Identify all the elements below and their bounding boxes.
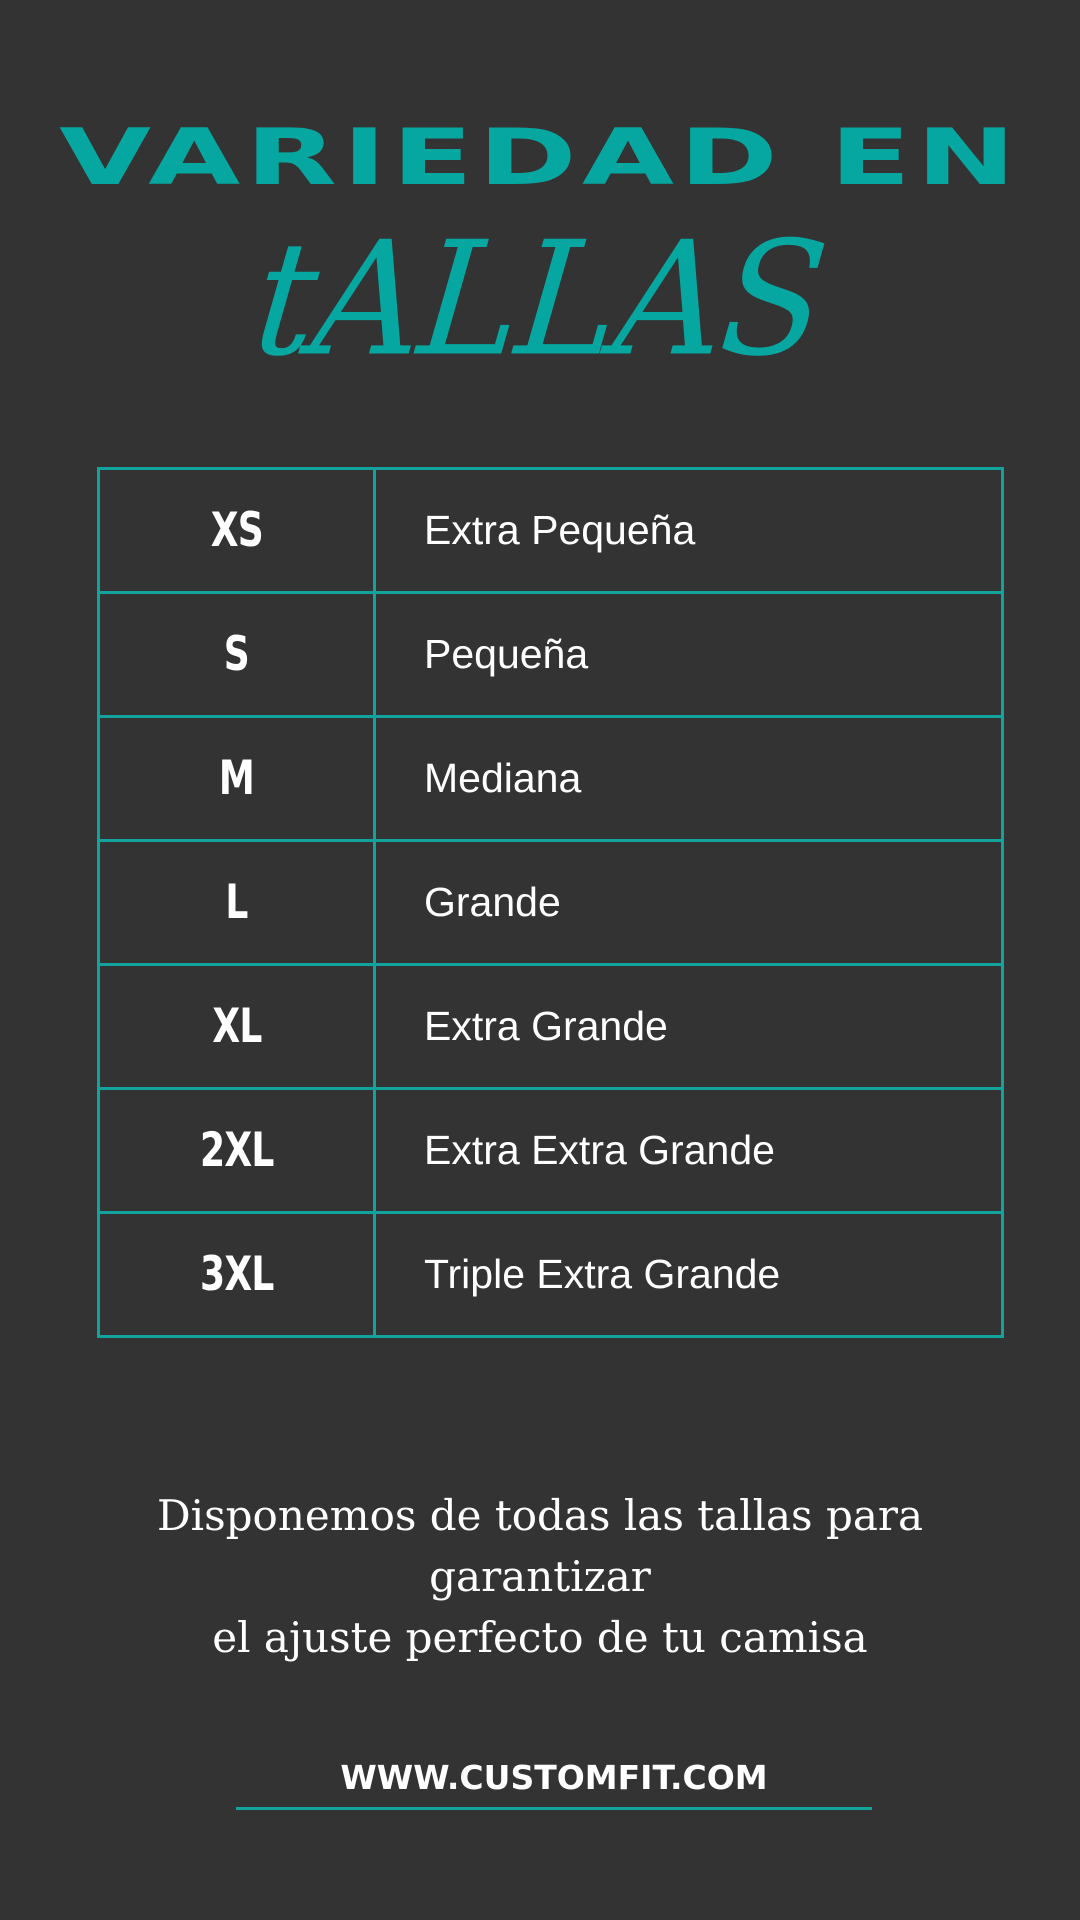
size-code-cell: 2XL — [97, 1087, 376, 1214]
table-row: L Grande — [97, 839, 1004, 966]
size-name: Extra Grande — [373, 963, 1004, 1090]
size-name: Extra Extra Grande — [373, 1087, 1004, 1214]
size-code-cell: S — [97, 591, 376, 718]
size-code: M — [218, 750, 255, 807]
table-row: M Mediana — [97, 715, 1004, 842]
table-row: 3XL Triple Extra Grande — [97, 1211, 1004, 1338]
size-code-cell: XS — [97, 467, 376, 594]
description-text: Disponemos de todas las tallas para gara… — [40, 1485, 1040, 1668]
page-title: VARIEDAD EN — [59, 112, 1021, 203]
size-table: XS Extra Pequeña S Pequeña M Mediana L G… — [97, 467, 1004, 1338]
page-subtitle-script: tALLAS — [247, 208, 833, 392]
size-name: Grande — [373, 839, 1004, 966]
table-row: XS Extra Pequeña — [97, 467, 1004, 594]
size-name: Mediana — [373, 715, 1004, 842]
size-code: 3XL — [199, 1246, 274, 1303]
size-code: S — [223, 626, 250, 683]
table-row: 2XL Extra Extra Grande — [97, 1087, 1004, 1214]
size-code: 2XL — [199, 1122, 274, 1179]
website-underline — [236, 1807, 872, 1810]
table-row: S Pequeña — [97, 591, 1004, 718]
size-code-cell: XL — [97, 963, 376, 1090]
size-code-cell: 3XL — [97, 1211, 376, 1338]
size-code: XS — [210, 502, 263, 559]
description-line-2: el ajuste perfecto de tu camisa — [212, 1613, 868, 1662]
size-code: XL — [211, 998, 262, 1055]
size-name: Pequeña — [373, 591, 1004, 718]
size-code-cell: L — [97, 839, 376, 966]
size-code: L — [225, 874, 248, 931]
size-code-cell: M — [97, 715, 376, 842]
website-link[interactable]: WWW.CUSTOMFIT.COM — [236, 1750, 872, 1806]
description-line-1: Disponemos de todas las tallas para gara… — [157, 1491, 923, 1601]
size-name: Extra Pequeña — [373, 467, 1004, 594]
size-name: Triple Extra Grande — [373, 1211, 1004, 1338]
table-row: XL Extra Grande — [97, 963, 1004, 1090]
